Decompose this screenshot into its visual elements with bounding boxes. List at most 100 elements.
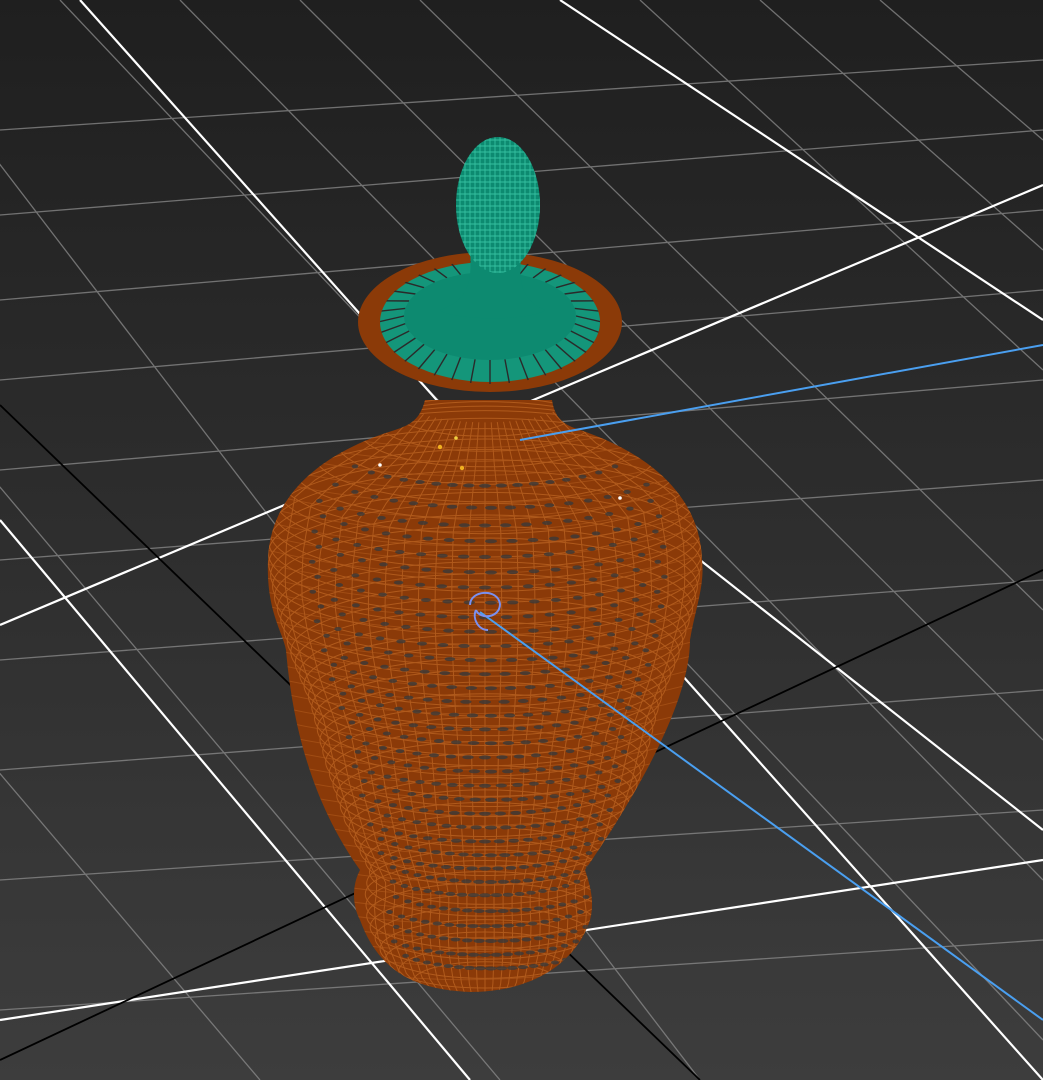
mesh-gap — [513, 852, 524, 857]
mesh-gap — [427, 934, 437, 939]
mesh-gap — [565, 550, 575, 554]
mesh-gap — [525, 685, 536, 690]
mesh-gap — [479, 839, 491, 844]
mesh-gap — [367, 470, 375, 475]
mesh-gap — [447, 482, 458, 487]
mesh-gap — [493, 839, 505, 844]
mesh-gap — [552, 834, 561, 839]
mesh-gap — [401, 943, 410, 948]
mesh-gap — [606, 712, 614, 717]
mesh-gap — [535, 767, 546, 772]
mesh-gap — [381, 531, 391, 536]
mesh-gap — [471, 853, 483, 858]
mesh-gap — [505, 657, 518, 662]
mesh-gap — [387, 760, 396, 765]
mesh-gap — [343, 641, 351, 646]
mesh-gap — [595, 592, 604, 597]
mesh-gap — [409, 834, 418, 839]
mesh-gap — [585, 678, 594, 683]
mesh-gap — [544, 582, 555, 587]
mesh-gap — [402, 534, 412, 539]
mesh-gap — [365, 727, 374, 731]
mesh-gap — [412, 709, 422, 714]
mesh-gap — [369, 675, 378, 680]
mesh-gap — [351, 573, 360, 578]
mesh-gap — [578, 474, 587, 479]
mesh-gap — [560, 709, 570, 714]
mesh-gap — [397, 518, 407, 523]
mesh-gap — [581, 664, 590, 669]
mesh-gap — [473, 879, 485, 884]
mesh-gap — [661, 574, 668, 579]
mesh-gap — [569, 845, 578, 850]
mesh-gap — [624, 670, 633, 675]
mesh-gap — [520, 740, 532, 745]
mesh-gap — [430, 711, 441, 716]
mesh-gap — [538, 739, 549, 743]
mesh-gap — [434, 809, 444, 814]
mesh-gap — [457, 952, 468, 957]
mesh-gap — [562, 477, 571, 482]
mesh-gap — [506, 538, 518, 543]
3d-viewport[interactable] — [0, 0, 1043, 1080]
mesh-gap — [470, 825, 482, 830]
mesh-gap — [497, 938, 509, 943]
mesh-gap — [389, 865, 397, 870]
mesh-gap — [339, 691, 347, 696]
mesh-gap — [359, 793, 366, 798]
mesh-gap — [328, 677, 336, 682]
mesh-gap — [543, 552, 554, 557]
mesh-gap — [526, 657, 538, 662]
mesh-gap — [349, 670, 358, 675]
mesh-gap — [443, 964, 453, 968]
mesh-gap — [528, 628, 539, 633]
mesh-gap — [443, 538, 455, 542]
mesh-gap — [504, 686, 517, 690]
mesh-gap — [600, 741, 608, 746]
mesh-gap — [541, 850, 551, 855]
mesh-gap — [504, 505, 517, 510]
mesh-gap — [607, 632, 615, 637]
mesh-gap — [485, 713, 497, 718]
mesh-gap — [485, 539, 497, 544]
mesh-gap — [532, 863, 542, 868]
mesh-gap — [535, 877, 545, 882]
mesh-gap — [491, 924, 503, 929]
mesh-gap — [401, 869, 409, 874]
mesh-gap — [479, 924, 491, 929]
mesh-gap — [519, 768, 530, 773]
mesh-gap — [390, 939, 398, 944]
mesh-gap — [499, 671, 511, 676]
mesh-gap — [377, 851, 385, 856]
mesh-gap — [403, 763, 413, 768]
mesh-gap — [357, 558, 366, 563]
mesh-gap — [386, 910, 393, 914]
mesh-gap — [383, 474, 392, 479]
mesh-gap — [545, 822, 555, 827]
mesh-gap — [551, 960, 559, 965]
mesh-gap — [620, 749, 628, 754]
mesh-gap — [465, 686, 478, 690]
mesh-gap — [653, 589, 661, 594]
mesh-gap — [541, 711, 552, 716]
mesh-gap — [634, 677, 642, 682]
mesh-gap — [585, 636, 595, 641]
mesh-gap — [556, 695, 567, 700]
mesh-gap — [447, 782, 458, 787]
mesh-gap — [479, 727, 491, 732]
mesh-gap — [564, 639, 574, 644]
mesh-gap — [485, 741, 497, 746]
mesh-gap — [450, 907, 461, 912]
mesh-gap — [485, 505, 497, 510]
mesh-gap — [418, 848, 427, 853]
mesh-gap — [587, 547, 596, 551]
mesh-gap — [508, 838, 519, 843]
mesh-gap — [461, 727, 473, 732]
mesh-gap — [512, 482, 523, 487]
mesh-gap — [415, 612, 426, 617]
mesh-gap — [588, 799, 596, 804]
mesh-gap — [384, 650, 393, 655]
mesh-gap — [462, 938, 473, 943]
mesh-gap — [550, 886, 558, 891]
mesh-gap — [644, 662, 652, 667]
